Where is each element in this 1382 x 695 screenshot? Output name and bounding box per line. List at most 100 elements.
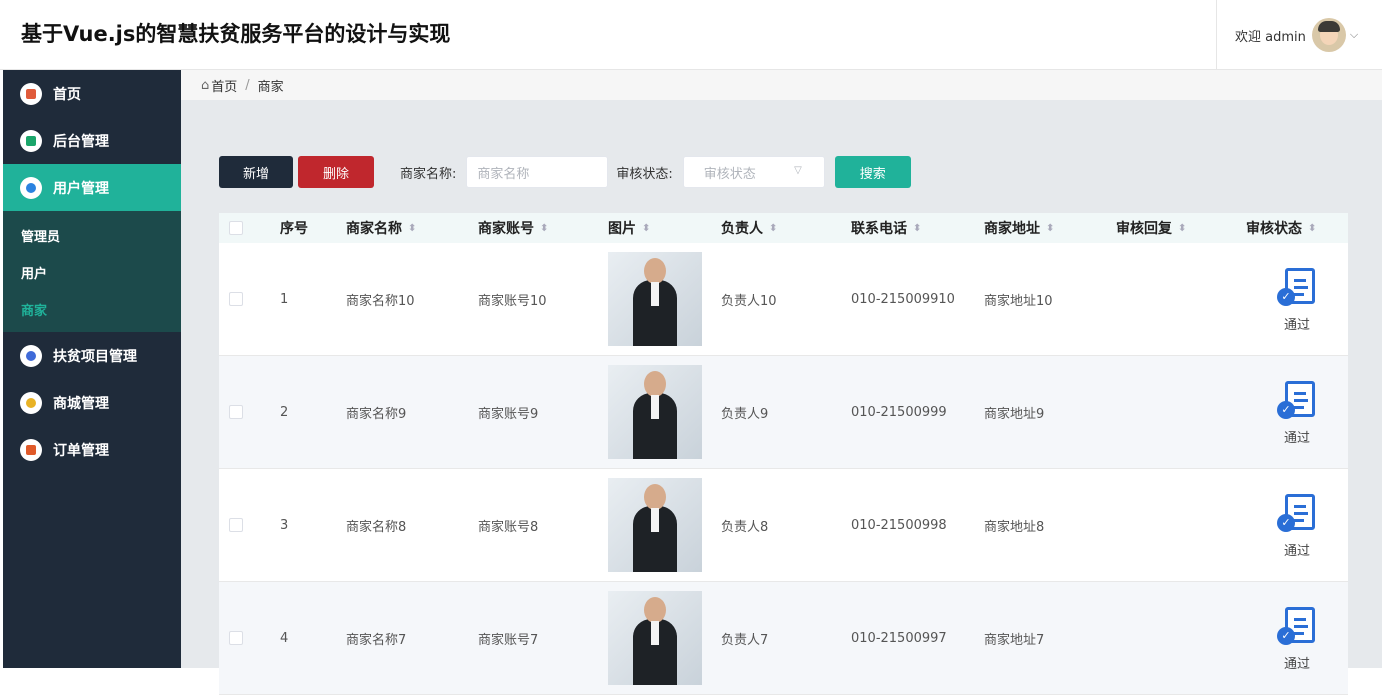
column-header-image[interactable]: 图片 ⬍: [608, 218, 721, 238]
delete-button[interactable]: 删除: [298, 156, 374, 188]
cell-name: 商家名称10: [346, 293, 415, 309]
cell-person: 负责人7: [721, 632, 769, 648]
approved-document-icon: ✓: [1277, 492, 1317, 534]
user-menu[interactable]: 欢迎 admin ⌵: [1216, 0, 1382, 70]
table-row[interactable]: 3 商家名称8 商家账号8 负责人8 010-21500998 商家地址8 ✓ …: [219, 469, 1348, 582]
column-header-account[interactable]: 商家账号 ⬍: [478, 218, 608, 238]
main-content: ⌂ 首页 / 商家 新增 删除 商家名称: 商家名称 审核状态: 审核状态 ▽ …: [181, 70, 1382, 695]
column-header-status[interactable]: 审核状态 ⬍: [1246, 218, 1348, 238]
table-row[interactable]: 1 商家名称10 商家账号10 负责人10 010-215009910 商家地址…: [219, 243, 1348, 356]
top-header: 基于Vue.js的智慧扶贫服务平台的设计与实现 欢迎 admin ⌵: [0, 0, 1382, 70]
breadcrumb: ⌂ 首页 / 商家: [181, 70, 1382, 100]
status-select-placeholder: 审核状态: [703, 166, 756, 182]
compass-icon: [20, 344, 42, 367]
cell-address: 商家地址7: [984, 632, 1045, 648]
row-checkbox[interactable]: [229, 292, 243, 306]
cell-index: 1: [280, 291, 289, 307]
sidebar-item-label: 扶贫项目管理: [53, 348, 137, 365]
sidebar-item-label: 首页: [53, 86, 81, 103]
submenu-user-management: 管理员 用户 商家: [3, 211, 181, 332]
merchant-photo[interactable]: [608, 252, 702, 346]
approved-document-icon: ✓: [1277, 605, 1317, 647]
table-row[interactable]: 4 商家名称7 商家账号7 负责人7 010-21500997 商家地址7 ✓ …: [219, 582, 1348, 695]
sort-icon: ⬍: [642, 222, 651, 234]
home-icon[interactable]: ⌂: [201, 78, 209, 93]
search-button[interactable]: 搜索: [834, 156, 911, 188]
submenu-item-users[interactable]: 用户: [3, 254, 181, 291]
column-header-phone[interactable]: 联系电话 ⬍: [851, 218, 984, 238]
sidebar-item-mall[interactable]: 商城管理: [3, 379, 181, 426]
avatar[interactable]: [1311, 18, 1346, 52]
column-header-reply[interactable]: 审核回复 ⬍: [1116, 218, 1246, 238]
column-header-person[interactable]: 负责人 ⬍: [721, 218, 851, 238]
cell-address: 商家地址9: [984, 406, 1045, 422]
status-text: 通过: [1283, 656, 1310, 672]
approved-document-icon: ✓: [1277, 379, 1317, 421]
app-title: 基于Vue.js的智慧扶贫服务平台的设计与实现: [21, 22, 451, 46]
row-checkbox[interactable]: [229, 405, 243, 419]
sidebar-item-label: 订单管理: [53, 442, 109, 459]
merchant-name-input[interactable]: 商家名称: [466, 156, 609, 188]
cell-account: 商家账号10: [478, 293, 547, 309]
sort-icon: ⬍: [1046, 222, 1055, 234]
approved-document-icon: ✓: [1277, 266, 1317, 308]
sidebar-item-home[interactable]: 首页: [3, 70, 181, 117]
chevron-down-icon: ▽: [794, 165, 802, 176]
sort-icon: ⬍: [1178, 222, 1187, 234]
cell-status: ✓ 通过: [1246, 379, 1348, 446]
sidebar-item-label: 商城管理: [53, 395, 109, 412]
breadcrumb-current: 商家: [257, 79, 284, 95]
sidebar-item-orders[interactable]: 订单管理: [3, 426, 181, 473]
cell-name: 商家名称9: [346, 406, 407, 422]
cell-person: 负责人10: [721, 293, 777, 309]
cell-account: 商家账号8: [478, 519, 539, 535]
merchant-photo[interactable]: [608, 478, 702, 572]
status-select[interactable]: 审核状态 ▽: [682, 156, 825, 188]
column-header-name[interactable]: 商家名称 ⬍: [346, 218, 478, 238]
submenu-item-admin[interactable]: 管理员: [3, 217, 181, 254]
row-checkbox[interactable]: [229, 631, 243, 645]
merchant-photo[interactable]: [608, 365, 702, 459]
sidebar-item-user-management[interactable]: 用户管理: [3, 164, 181, 211]
status-label: 审核状态:: [616, 166, 673, 182]
sidebar-item-label: 用户管理: [53, 180, 109, 197]
welcome-text: 欢迎 admin: [1235, 29, 1306, 45]
submenu-item-merchant[interactable]: 商家: [3, 291, 181, 328]
merchant-photo[interactable]: [608, 591, 702, 685]
column-header-index: 序号: [280, 221, 308, 237]
sort-icon: ⬍: [913, 222, 922, 234]
table-row[interactable]: 2 商家名称9 商家账号9 负责人9 010-21500999 商家地址9 ✓ …: [219, 356, 1348, 469]
cell-phone: 010-21500998: [851, 517, 947, 533]
user-icon: [20, 176, 42, 199]
copy-icon: [20, 129, 42, 152]
status-text: 通过: [1283, 430, 1310, 446]
sort-icon: ⬍: [408, 222, 417, 234]
column-header-address[interactable]: 商家地址 ⬍: [984, 218, 1116, 238]
cell-status: ✓ 通过: [1246, 605, 1348, 672]
cell-name: 商家名称7: [346, 632, 407, 648]
cell-person: 负责人8: [721, 519, 769, 535]
cell-name: 商家名称8: [346, 519, 407, 535]
home-icon: [20, 82, 42, 105]
cell-account: 商家账号9: [478, 406, 539, 422]
sidebar-item-label: 后台管理: [53, 133, 109, 150]
cell-index: 3: [280, 517, 289, 533]
cell-status: ✓ 通过: [1246, 492, 1348, 559]
sidebar-item-poverty-projects[interactable]: 扶贫项目管理: [3, 332, 181, 379]
add-button[interactable]: 新增: [219, 156, 293, 188]
row-checkbox[interactable]: [229, 518, 243, 532]
select-all-checkbox[interactable]: [229, 221, 243, 235]
order-icon: [20, 438, 42, 461]
cell-person: 负责人9: [721, 406, 769, 422]
status-text: 通过: [1283, 543, 1310, 559]
table-header: 序号 商家名称 ⬍ 商家账号 ⬍ 图片 ⬍ 负责人 ⬍ 联系电话 ⬍ 商家地址 ⬍ 审核回复…: [219, 213, 1348, 243]
avatar-hair: [1317, 21, 1340, 32]
sidebar-item-admin[interactable]: 后台管理: [3, 117, 181, 164]
cell-index: 4: [280, 630, 289, 646]
chevron-down-icon[interactable]: ⌵: [1350, 28, 1358, 42]
breadcrumb-home[interactable]: 首页: [211, 76, 237, 95]
cell-phone: 010-21500999: [851, 404, 947, 420]
status-text: 通过: [1283, 317, 1310, 333]
cell-address: 商家地址8: [984, 519, 1045, 535]
sort-icon: ⬍: [540, 222, 549, 234]
